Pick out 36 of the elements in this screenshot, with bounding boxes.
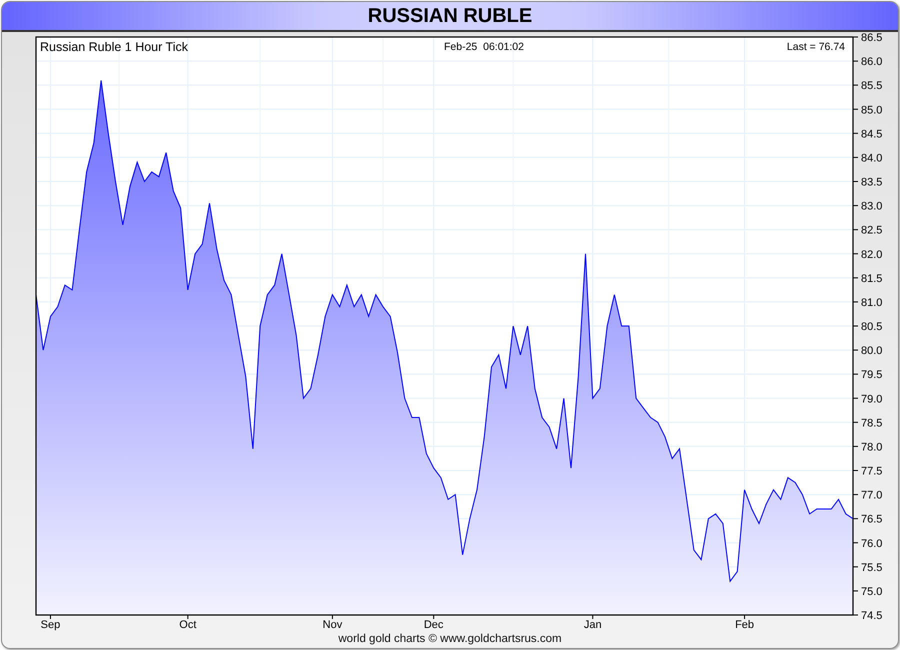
- axis-label: Feb: [735, 619, 754, 631]
- axis-label: 78.5: [861, 417, 882, 430]
- axis-label: 81.5: [861, 272, 882, 285]
- axis-label: 83.0: [861, 200, 882, 213]
- axis-label: 74.5: [861, 610, 882, 622]
- axis-label: 84.0: [861, 152, 882, 164]
- axis-label: 85.0: [861, 104, 882, 116]
- chart-title: RUSSIAN RUBLE: [2, 2, 898, 32]
- axis-label: Dec: [424, 619, 444, 631]
- axis-label: Sep: [40, 619, 60, 631]
- axis-label: 76.5: [861, 514, 882, 526]
- axis-label: 79.0: [861, 393, 882, 406]
- axis-label: 80.0: [861, 345, 882, 358]
- chart-subtitle: Russian Ruble 1 Hour Tick: [40, 40, 188, 54]
- axis-label: 77.5: [861, 466, 882, 478]
- timestamp: Feb-25 06:01:02: [444, 41, 524, 53]
- copyright-text: world gold charts © www.goldchartsrus.com: [338, 632, 562, 646]
- axis-label: 85.5: [861, 80, 882, 92]
- axis-label: 81.0: [861, 296, 882, 309]
- axis-label: Oct: [179, 619, 196, 631]
- axis-label: 79.5: [861, 369, 882, 382]
- axis-label: 76.0: [861, 538, 882, 550]
- axis-label: Jan: [584, 619, 602, 631]
- axis-label: 84.5: [861, 128, 882, 140]
- axis-label: 77.0: [861, 490, 882, 502]
- axis-label: 78.0: [861, 441, 882, 454]
- axis-label: 86.0: [861, 56, 882, 68]
- axis-label: 82.5: [861, 224, 882, 237]
- axis-label: Nov: [322, 619, 342, 631]
- axis-label: 83.5: [861, 176, 882, 188]
- axis-label: 82.0: [861, 248, 882, 261]
- last-price: Last = 76.74: [786, 41, 845, 53]
- axis-label: 80.5: [861, 321, 882, 333]
- axis-label: 75.5: [861, 562, 882, 574]
- axis-label: 75.0: [861, 586, 882, 598]
- axis-label: 86.5: [861, 32, 882, 44]
